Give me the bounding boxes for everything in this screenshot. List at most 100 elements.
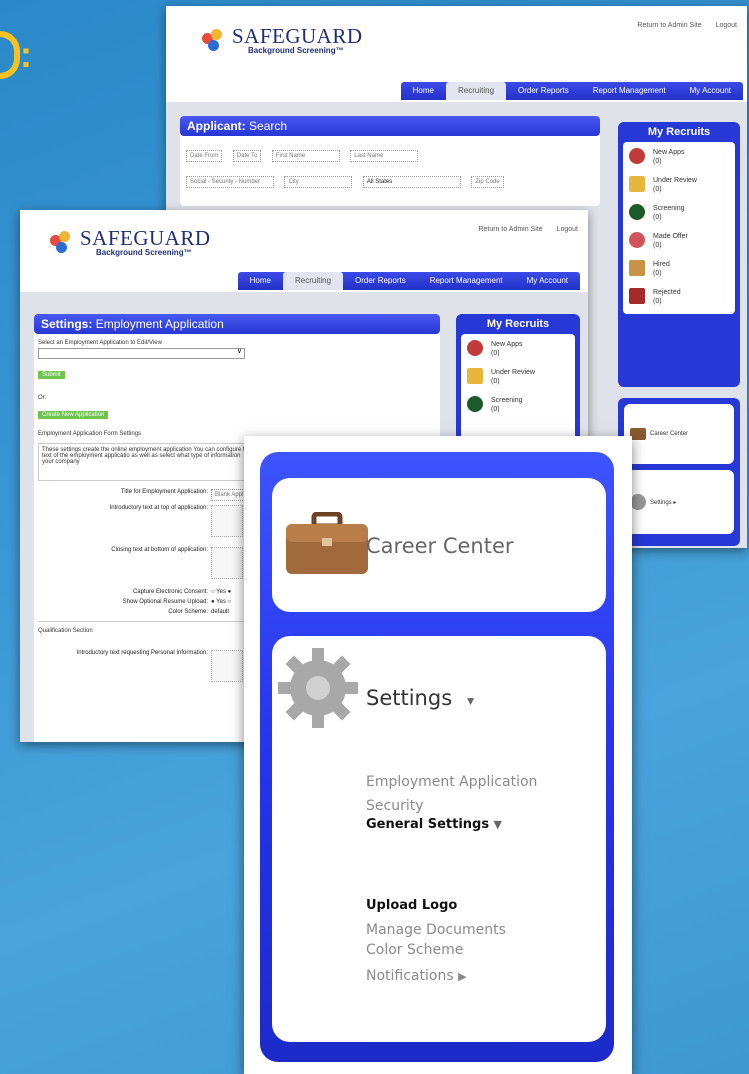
admin-link[interactable]: Return to Admin Site [637, 22, 701, 29]
recruit-screening[interactable]: Screening (0) [623, 198, 735, 226]
city-input[interactable]: City [284, 176, 353, 188]
logout-link[interactable]: Logout [716, 22, 737, 29]
title-input[interactable]: Blank Appl [211, 489, 248, 501]
caret-down-icon: ▼ [493, 818, 503, 831]
users-icon [629, 148, 645, 164]
gear-icon [278, 648, 358, 728]
search-panel: Applicant: Search Date From Date To Firs… [180, 116, 600, 206]
admin-link[interactable]: Return to Admin Site [478, 226, 542, 233]
create-application-button[interactable]: Create New Application [38, 411, 109, 419]
consent-radio[interactable]: ○ Yes ● [211, 589, 231, 595]
caret-right-icon: ▶ [458, 970, 467, 983]
nav-order-reports[interactable]: Order Reports [343, 272, 418, 290]
nav-home[interactable]: Home [401, 82, 446, 100]
color-scheme-link[interactable]: Color Scheme [366, 942, 463, 958]
header: SAFEGUARD Background Screening™ Return t… [166, 6, 747, 100]
ssn-input[interactable]: Social - Security - Number [186, 176, 274, 188]
last-name-input[interactable]: Last Name [350, 150, 419, 162]
main-nav: Home Recruiting Order Reports Report Man… [400, 82, 743, 100]
general-settings-label: General Settings [366, 817, 490, 832]
settings-title: Settings: Employment Application [34, 314, 440, 334]
nav-report-management[interactable]: Report Management [581, 82, 678, 100]
recruits-list: New Apps (0) Under Review (0) Screening (0)… [623, 142, 735, 314]
nav-order-reports[interactable]: Order Reports [506, 82, 581, 100]
security-link[interactable]: Security [366, 798, 424, 814]
nav-my-account[interactable]: My Account [678, 82, 743, 100]
zoomed-sidebar: Career Center Settings ▼ Employment Appl… [244, 436, 632, 1074]
caret-down-icon: ▼ [464, 694, 477, 708]
recruit-hired[interactable]: Hired (0) [623, 254, 735, 282]
logo: SAFEGUARD Background Screening™ [202, 26, 363, 55]
intro-textarea[interactable] [211, 505, 243, 537]
notifications-label: Notifications [366, 968, 454, 984]
door-icon [629, 260, 645, 276]
logo-mark-icon [202, 28, 226, 53]
briefcase-icon [286, 512, 368, 574]
pencil-icon [467, 368, 483, 384]
nav-home[interactable]: Home [238, 272, 283, 290]
header: SAFEGUARD Background Screening™ Return t… [20, 210, 588, 290]
exit-door-icon [629, 288, 645, 304]
partial-heading: : [0, 28, 34, 80]
closing-textarea[interactable] [211, 547, 243, 579]
career-center-label: Career Center [366, 534, 514, 558]
logo: SAFEGUARD Background Screening™ [50, 228, 211, 257]
top-links: Return to Admin Site Logout [466, 226, 578, 233]
my-recruits-panel: My Recruits New Apps (0) Under Review (0) … [618, 122, 740, 387]
logo-mark-icon [50, 230, 74, 255]
logo-name: SAFEGUARD [80, 226, 211, 250]
personal-textarea[interactable] [211, 650, 243, 682]
color-scheme-value: default [211, 609, 230, 615]
search-title: Applicant: Search [180, 116, 600, 136]
state-select[interactable]: All States [362, 176, 461, 188]
settings-card: Settings ▼ Employment Application Securi… [272, 636, 606, 1042]
pencil-icon [629, 176, 645, 192]
settings-label: Settings [366, 686, 453, 710]
my-recruits-title: My Recruits [647, 126, 711, 138]
recruit-made-offer[interactable]: Made Offer (0) [623, 226, 735, 254]
side-panel: Career Center Settings ▸ [618, 398, 740, 546]
globe-icon [467, 396, 483, 412]
date-from-input[interactable]: Date From [186, 150, 223, 162]
users-icon [467, 340, 483, 356]
recruit-new-apps[interactable]: New Apps (0) [623, 142, 735, 170]
my-recruits-title: My Recruits [486, 318, 550, 330]
settings-toggle[interactable]: Settings ▼ [366, 686, 476, 710]
recruit-under-review[interactable]: Under Review (0) [461, 362, 575, 390]
nav-report-management[interactable]: Report Management [418, 272, 515, 290]
intro-text-box: These settings create the online employm… [38, 443, 256, 481]
first-name-input[interactable]: First Name [271, 150, 340, 162]
sidebar-panel: Career Center Settings ▼ Employment Appl… [260, 452, 614, 1062]
recruit-rejected[interactable]: Rejected (0) [623, 282, 735, 314]
nav-recruiting[interactable]: Recruiting [283, 272, 344, 290]
logo-name: SAFEGUARD [232, 24, 363, 48]
career-center-card[interactable]: Career Center [272, 478, 606, 612]
recruit-under-review[interactable]: Under Review (0) [623, 170, 735, 198]
notifications-toggle[interactable]: Notifications ▶ [366, 968, 467, 984]
nav-recruiting[interactable]: Recruiting [446, 82, 507, 100]
or-label: Or: [38, 395, 47, 401]
briefcase-icon [630, 428, 646, 440]
application-select[interactable]: ∨ [38, 348, 245, 359]
top-links: Return to Admin Site Logout [625, 22, 737, 29]
main-nav: Home Recruiting Order Reports Report Man… [237, 272, 580, 290]
gear-icon [630, 494, 646, 510]
manage-documents-link[interactable]: Manage Documents [366, 922, 506, 938]
zip-input[interactable]: Zip Code [471, 176, 504, 188]
general-settings-toggle[interactable]: General Settings ▼ [366, 816, 502, 832]
settings-link[interactable]: Settings ▸ [624, 470, 734, 534]
employment-application-link[interactable]: Employment Application [366, 774, 537, 790]
career-center-link[interactable]: Career Center [624, 404, 734, 464]
nav-my-account[interactable]: My Account [515, 272, 580, 290]
handshake-icon [629, 232, 645, 248]
recruit-new-apps[interactable]: New Apps (0) [461, 334, 575, 362]
date-to-input[interactable]: Date To [232, 150, 262, 162]
upload-logo-link[interactable]: Upload Logo [366, 898, 457, 913]
resume-radio[interactable]: ● Yes ○ [211, 599, 231, 605]
globe-icon [629, 204, 645, 220]
submit-button[interactable]: Submit [38, 371, 65, 379]
logout-link[interactable]: Logout [557, 226, 578, 233]
select-label: Select an Employment Application to Edit… [38, 340, 162, 346]
recruit-screening[interactable]: Screening (0) [461, 390, 575, 418]
chevron-down-icon: ∨ [236, 348, 242, 355]
